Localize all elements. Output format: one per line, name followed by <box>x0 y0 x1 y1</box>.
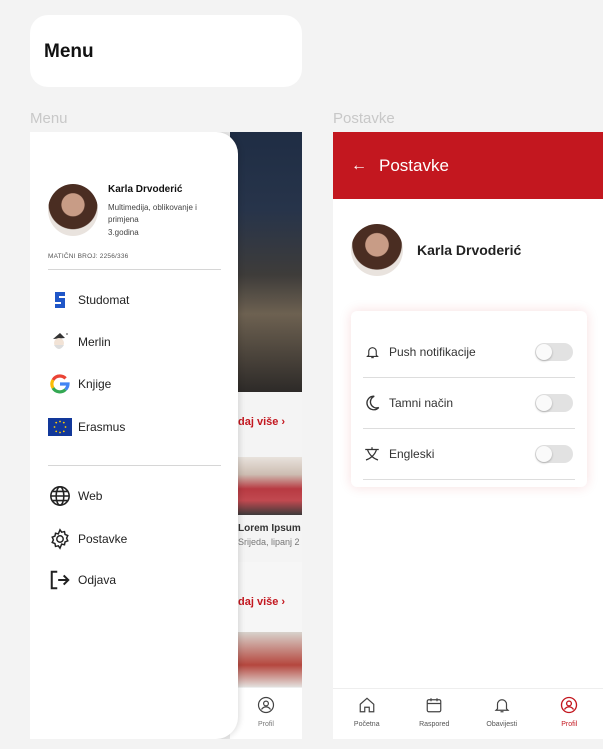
menu-item-label: Postavke <box>78 532 128 546</box>
settings-section-label: Postavke <box>333 110 395 127</box>
menu-item-label: Erasmus <box>78 420 126 434</box>
bottom-navigation: Početna Raspored Obavijesti Profil <box>333 688 603 739</box>
divider <box>48 269 221 270</box>
merlin-icon <box>48 330 72 354</box>
gear-icon <box>48 527 72 551</box>
read-more-link[interactable]: daj više › <box>238 416 285 428</box>
calendar-icon <box>426 698 442 713</box>
news-title[interactable]: Lorem Ipsum <box>238 523 301 534</box>
nav-home[interactable]: Početna <box>337 696 397 739</box>
menu-item-odjava[interactable]: Odjava <box>48 568 116 592</box>
globe-icon <box>48 484 72 508</box>
studomat-icon <box>48 288 72 312</box>
news-photo <box>238 457 302 515</box>
menu-screen: daj više › Lorem Ipsum Srijeda, lipanj 2… <box>30 132 302 739</box>
user-name: Karla Drvoderić <box>108 184 183 195</box>
bell-icon <box>363 343 381 361</box>
app-bar: ← Postavke <box>333 132 603 199</box>
push-notifications-toggle[interactable] <box>535 343 573 361</box>
bell-icon <box>494 699 510 713</box>
building-photo <box>230 632 302 687</box>
menu-item-web[interactable]: Web <box>48 484 102 508</box>
menu-item-label: Studomat <box>78 293 130 307</box>
settings-screen: ← Postavke Karla Drvoderić Push notifika… <box>333 132 603 739</box>
navigation-drawer: Karla Drvoderić Multimedija, oblikovanje… <box>30 132 238 739</box>
menu-item-label: Merlin <box>78 335 111 349</box>
nav-profile-label: Profil <box>258 721 274 728</box>
setting-label: Tamni način <box>389 396 454 410</box>
menu-item-postavke[interactable]: Postavke <box>48 527 127 551</box>
setting-english: Engleski <box>363 429 575 480</box>
profile-icon <box>561 696 578 714</box>
page-title: Postavke <box>379 155 449 175</box>
menu-title-card: Menu <box>30 15 302 87</box>
setting-label: Engleski <box>389 447 435 461</box>
setting-dark-mode: Tamni način <box>363 378 575 429</box>
nav-label: Profil <box>561 721 578 728</box>
logout-icon <box>48 568 72 592</box>
nav-notifications[interactable]: Obavijesti <box>472 696 532 739</box>
profile-header: Karla Drvoderić <box>351 224 521 276</box>
menu-item-label: Web <box>78 489 103 503</box>
study-program: Multimedija, oblikovanje i primjena <box>108 203 197 224</box>
campus-photo <box>230 132 302 392</box>
nav-profile[interactable]: Profil <box>539 696 599 739</box>
student-id: MATIČNI BROJ: 2256/336 <box>48 253 129 260</box>
menu-item-studomat[interactable]: Studomat <box>48 288 129 312</box>
setting-push-notifications: Push notifikacije <box>363 327 575 378</box>
menu-section-label: Menu <box>30 110 68 127</box>
menu-item-label: Knjige <box>78 377 112 391</box>
eu-flag-icon <box>48 415 72 439</box>
translate-icon <box>363 445 381 463</box>
nav-profile[interactable]: Profil <box>230 687 302 739</box>
home-icon <box>359 697 375 713</box>
nav-label: Raspored <box>419 721 450 728</box>
english-toggle[interactable] <box>535 445 573 463</box>
menu-item-knjige[interactable]: Knjige <box>48 372 111 396</box>
menu-item-label: Odjava <box>78 573 117 587</box>
menu-item-merlin[interactable]: Merlin <box>48 330 111 354</box>
dark-mode-toggle[interactable] <box>535 394 573 412</box>
avatar <box>351 224 403 276</box>
setting-label: Push notifikacije <box>389 345 476 359</box>
moon-icon <box>363 394 381 412</box>
news-date: Srijeda, lipanj 2 <box>238 537 300 547</box>
user-name: Karla Drvoderić <box>417 242 522 258</box>
study-year: 3.godina <box>108 228 139 237</box>
avatar[interactable] <box>48 184 98 236</box>
nav-label: Početna <box>353 721 380 728</box>
menu-item-erasmus[interactable]: Erasmus <box>48 415 125 439</box>
read-more-link-2[interactable]: daj više › <box>238 596 285 608</box>
google-icon <box>48 372 72 396</box>
divider <box>48 465 221 466</box>
settings-card: Push notifikacije Tamni način Engleski <box>351 311 587 487</box>
nav-schedule[interactable]: Raspored <box>404 696 464 739</box>
nav-label: Obavijesti <box>486 721 518 728</box>
profile-icon <box>257 696 275 714</box>
back-arrow-icon[interactable]: ← <box>351 157 367 175</box>
menu-title: Menu <box>44 41 94 62</box>
